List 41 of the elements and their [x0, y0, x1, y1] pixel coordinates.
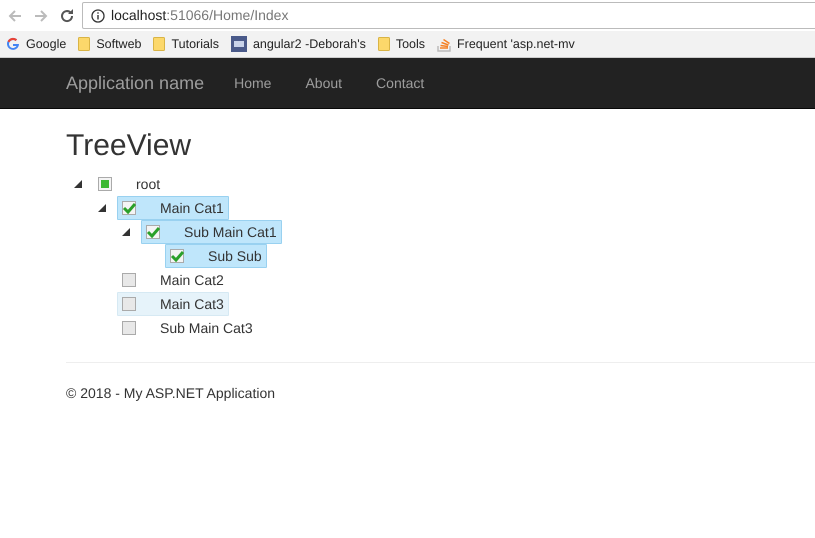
google-icon [6, 37, 20, 51]
checkbox[interactable] [170, 249, 184, 263]
checkbox[interactable] [122, 273, 136, 287]
tree-node[interactable]: Sub Main Cat3 [117, 316, 258, 340]
folder-icon [78, 37, 90, 51]
reload-icon[interactable] [59, 8, 75, 24]
address-text: localhost:51066/Home/Index [111, 6, 288, 25]
tree-node[interactable]: Main Cat3 [117, 292, 229, 316]
stack-icon [437, 36, 452, 52]
bookmark[interactable]: Tutorials [153, 34, 219, 54]
forward-icon[interactable] [33, 8, 49, 24]
back-icon[interactable] [7, 8, 23, 24]
checkbox[interactable] [122, 201, 136, 215]
checkbox[interactable] [122, 297, 136, 311]
bookmark[interactable]: Softweb [78, 34, 142, 54]
folder-icon [378, 37, 390, 51]
bookmark[interactable]: Frequent 'asp.net-mv [437, 34, 575, 54]
site-icon [230, 36, 247, 52]
checkbox[interactable] [146, 225, 160, 239]
info-icon [91, 8, 105, 22]
tree-node[interactable]: Main Cat2 [117, 268, 229, 292]
nav-link[interactable]: About [305, 72, 342, 94]
expanded-icon[interactable] [74, 180, 82, 188]
folder-icon [153, 37, 166, 51]
expanded-icon[interactable] [98, 204, 106, 212]
tree-node[interactable]: root [93, 172, 166, 196]
expanded-icon[interactable] [122, 228, 130, 236]
nav-link[interactable]: Home [234, 72, 272, 94]
bookmark[interactable]: Tools [378, 34, 426, 54]
checkbox[interactable] [98, 177, 112, 191]
tree-node[interactable]: Sub Sub [165, 244, 267, 268]
footer-text: © 2018 - My ASP.NET Application [65, 384, 276, 403]
address-bar[interactable]: localhost:51066/Home/Index [82, 2, 815, 29]
checkbox[interactable] [122, 321, 136, 335]
nav-link[interactable]: Contact [376, 72, 424, 94]
bookmark[interactable]: angular2 -Deborah's [230, 34, 366, 54]
tree-node[interactable]: Main Cat1 [117, 196, 229, 220]
brand-link[interactable]: Application name [66, 70, 204, 96]
page-title: TreeView [66, 128, 192, 164]
tree-node[interactable]: Sub Main Cat1 [141, 220, 282, 244]
bookmark[interactable]: Google [6, 34, 66, 54]
